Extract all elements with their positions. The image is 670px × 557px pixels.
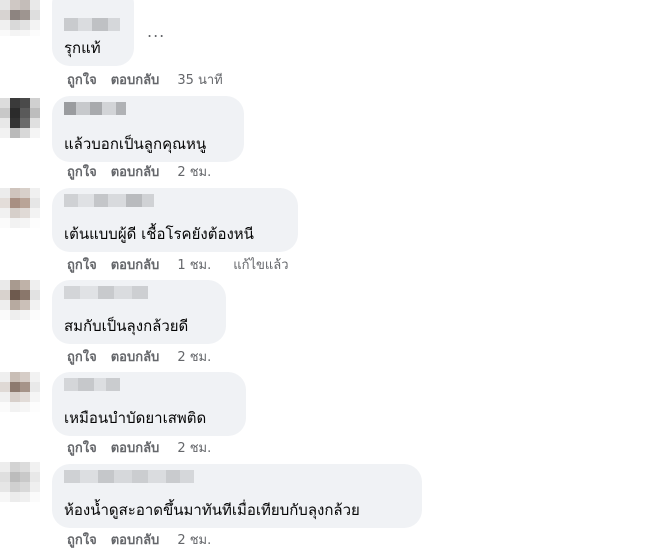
- comment-avatar[interactable]: [0, 0, 40, 36]
- author-name[interactable]: [64, 102, 126, 115]
- timestamp[interactable]: 2 ชม.: [177, 533, 211, 549]
- comment-bubble: ห้องน้ำดูสะอาดขึ้นมาทันทีเมื่อเทียบกับลุ…: [52, 464, 422, 528]
- comment-actions: ถูกใจ ตอบกลับ 1 ชม. แก้ไขแล้ว: [67, 258, 289, 274]
- like-button[interactable]: ถูกใจ: [67, 350, 97, 366]
- comment-actions: ถูกใจ ตอบกลับ 2 ชม.: [67, 165, 211, 181]
- comment-text: สมกับเป็นลุงกล้วยดี: [64, 317, 189, 335]
- comment-bubble: เหมือนบำบัดยาเสพติด: [52, 372, 246, 436]
- comment-actions: ถูกใจ ตอบกลับ 2 ชม.: [67, 533, 211, 549]
- timestamp[interactable]: 2 ชม.: [177, 350, 211, 366]
- timestamp[interactable]: 1 ชม.: [177, 258, 211, 274]
- timestamp[interactable]: 2 ชม.: [177, 441, 211, 457]
- comment-bubble: แล้วบอกเป็นลูกคุณหนู: [52, 96, 244, 162]
- comment-text: แล้วบอกเป็นลูกคุณหนู: [64, 135, 207, 153]
- comment-bubble: รุกแท้: [52, 0, 134, 66]
- reply-button[interactable]: ตอบกลับ: [111, 73, 160, 89]
- author-name[interactable]: [64, 378, 120, 391]
- comment-text: ห้องน้ำดูสะอาดขึ้นมาทันทีเมื่อเทียบกับลุ…: [64, 501, 360, 519]
- comment-text: รุกแท้: [64, 39, 101, 57]
- comment-avatar[interactable]: [0, 98, 40, 138]
- comment-actions: ถูกใจ ตอบกลับ 35 นาที: [67, 73, 223, 89]
- more-options-icon[interactable]: ...: [147, 22, 165, 41]
- comment-actions: ถูกใจ ตอบกลับ 2 ชม.: [67, 441, 211, 457]
- like-button[interactable]: ถูกใจ: [67, 165, 97, 181]
- author-name[interactable]: [64, 286, 148, 299]
- author-name[interactable]: [64, 194, 154, 207]
- comment-text: เหมือนบำบัดยาเสพติด: [64, 409, 207, 427]
- timestamp[interactable]: 35 นาที: [177, 73, 222, 89]
- author-name[interactable]: [64, 470, 194, 483]
- comment-bubble: สมกับเป็นลุงกล้วยดี: [52, 280, 226, 344]
- comment-avatar[interactable]: [0, 280, 40, 320]
- comment-avatar[interactable]: [0, 462, 40, 502]
- author-name[interactable]: [64, 18, 120, 31]
- reply-button[interactable]: ตอบกลับ: [111, 165, 160, 181]
- comment-avatar[interactable]: [0, 372, 40, 412]
- edited-label[interactable]: แก้ไขแล้ว: [233, 258, 288, 274]
- reply-button[interactable]: ตอบกลับ: [111, 350, 160, 366]
- comment-avatar[interactable]: [0, 188, 40, 228]
- reply-button[interactable]: ตอบกลับ: [111, 441, 160, 457]
- like-button[interactable]: ถูกใจ: [67, 441, 97, 457]
- like-button[interactable]: ถูกใจ: [67, 258, 97, 274]
- reply-button[interactable]: ตอบกลับ: [111, 533, 160, 549]
- timestamp[interactable]: 2 ชม.: [177, 165, 211, 181]
- comment-actions: ถูกใจ ตอบกลับ 2 ชม.: [67, 350, 211, 366]
- comment-text: เต้นแบบผู้ดี เชื้อโรคยังต้องหนี: [64, 225, 254, 243]
- like-button[interactable]: ถูกใจ: [67, 533, 97, 549]
- like-button[interactable]: ถูกใจ: [67, 73, 97, 89]
- reply-button[interactable]: ตอบกลับ: [111, 258, 160, 274]
- comment-bubble: เต้นแบบผู้ดี เชื้อโรคยังต้องหนี: [52, 188, 298, 252]
